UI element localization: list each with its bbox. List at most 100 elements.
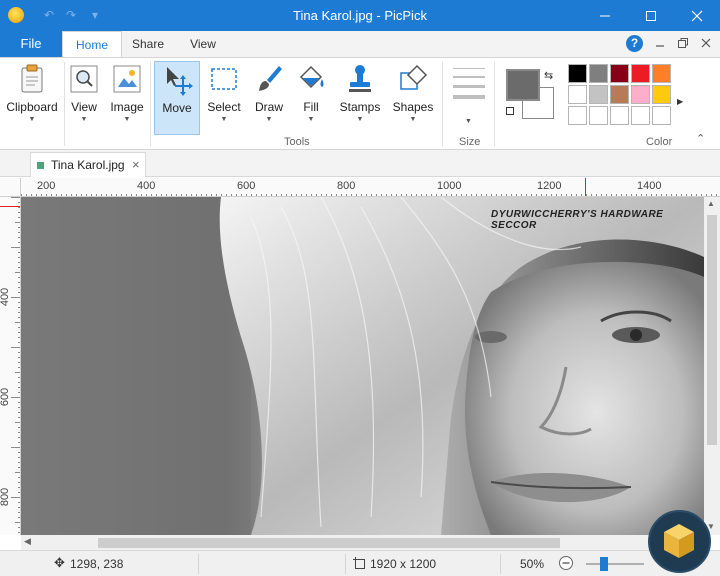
tab-view[interactable]: View [180, 31, 226, 57]
close-tab-icon[interactable]: × [132, 157, 140, 172]
ruler-label: 600 [237, 180, 256, 192]
select-tool-button[interactable]: Select ▼ [202, 61, 246, 131]
clipboard-button[interactable]: Clipboard ▼ [4, 61, 60, 131]
cursor-ruler-marker [585, 178, 586, 196]
chevron-down-icon: ▼ [123, 116, 131, 123]
maximize-button[interactable] [628, 0, 674, 31]
zoom-slider-thumb[interactable] [600, 557, 608, 571]
chevron-down-icon: ▼ [465, 118, 472, 125]
document-status-icon [37, 162, 44, 169]
box-icon [664, 524, 694, 558]
palette-color-swatch[interactable] [589, 106, 608, 125]
ribbon-minimize-icon[interactable] [652, 35, 668, 51]
stamps-tool-button[interactable]: Stamps ▼ [334, 61, 386, 131]
ruler-label: 200 [37, 180, 56, 192]
clipboard-icon [16, 63, 48, 95]
palette-color-swatch[interactable] [589, 85, 608, 104]
palette-color-swatch[interactable] [652, 106, 671, 125]
draw-tool-button[interactable]: Draw ▼ [248, 61, 290, 131]
minimize-button[interactable] [582, 0, 628, 31]
tab-share[interactable]: Share [124, 31, 172, 57]
zoom-view-icon [68, 63, 100, 95]
move-icon [161, 64, 193, 96]
chevron-down-icon: ▼ [307, 116, 315, 123]
palette-color-swatch[interactable] [652, 85, 671, 104]
horizontal-ruler: 200 400 600 800 1000 1200 1400 [21, 178, 720, 197]
collapse-ribbon-icon[interactable]: ⌃ [696, 132, 705, 145]
ruler-label: 800 [337, 180, 356, 192]
image-label: Image [110, 100, 144, 114]
restore-document-icon[interactable] [675, 35, 691, 51]
palette-color-swatch[interactable] [610, 64, 629, 83]
ruler-corner [0, 178, 21, 197]
ribbon-home: Clipboard ▼ View ▼ Image ▼ Move Select ▼ [0, 57, 720, 150]
stamps-label: Stamps [339, 100, 381, 114]
cursor-position: 1298, 238 [70, 557, 124, 571]
palette-color-swatch[interactable] [631, 106, 650, 125]
status-divider [198, 554, 199, 574]
palette-color-swatch[interactable] [589, 64, 608, 83]
status-divider [500, 554, 501, 574]
cursor-ruler-marker [0, 206, 20, 207]
reset-colors-icon[interactable] [506, 107, 514, 115]
chevron-down-icon: ▼ [28, 116, 36, 123]
ribbon-divider [494, 62, 495, 146]
group-label-tools: Tools [284, 136, 310, 148]
close-button[interactable] [674, 0, 720, 31]
chevron-down-icon: ▼ [265, 116, 273, 123]
ruler-label: 600 [0, 387, 12, 407]
view-button[interactable]: View ▼ [66, 61, 102, 131]
shapes-tool-button[interactable]: Shapes ▼ [390, 61, 436, 131]
move-tool-button[interactable]: Move [154, 61, 200, 135]
status-divider [345, 554, 346, 574]
tab-file[interactable]: File [0, 31, 62, 57]
horizontal-scrollbar[interactable]: ◀ [21, 535, 704, 550]
ruler-label: 400 [137, 180, 156, 192]
horizontal-scroll-thumb[interactable] [98, 538, 560, 548]
ruler-label: 400 [0, 287, 12, 307]
vertical-scroll-thumb[interactable] [707, 215, 717, 445]
palette-color-swatch[interactable] [568, 106, 587, 125]
fill-tool-button[interactable]: Fill ▼ [292, 61, 330, 131]
palette-color-swatch[interactable] [631, 64, 650, 83]
ruler-label: 1200 [537, 180, 562, 192]
crosshair-icon: ✥ [54, 555, 65, 570]
paint-bucket-icon [295, 63, 327, 95]
image-canvas[interactable]: DYURWICCHERRY'S HARDWARE SECCOR [21, 197, 704, 535]
scroll-up-icon[interactable]: ▲ [707, 199, 715, 208]
title-bar: ↶ ↷ ▾ Tina Karol.jpg - PicPick [0, 0, 720, 31]
palette-color-swatch[interactable] [568, 64, 587, 83]
document-tab-bar: Tina Karol.jpg × [0, 150, 720, 177]
selection-rectangle-icon [208, 63, 240, 95]
zoom-level: 50% [520, 557, 545, 571]
color-selector[interactable]: ⇆ [506, 69, 556, 123]
ruler-label: 1000 [437, 180, 462, 192]
photo-watermark: DYURWICCHERRY'S HARDWARE SECCOR [491, 209, 664, 231]
group-label-color: Color [646, 136, 673, 148]
ruler-label: 1400 [637, 180, 662, 192]
minimize-icon [600, 15, 610, 16]
palette-color-swatch[interactable] [610, 106, 629, 125]
zoom-out-icon[interactable] [558, 555, 574, 574]
maximize-icon [646, 10, 656, 21]
document-tab[interactable]: Tina Karol.jpg × [30, 152, 146, 177]
close-document-icon[interactable] [698, 35, 714, 51]
scroll-left-icon[interactable]: ◀ [24, 536, 31, 547]
close-icon [691, 10, 703, 21]
image-button[interactable]: Image ▼ [106, 61, 148, 131]
swap-colors-icon[interactable]: ⇆ [544, 69, 553, 82]
zoom-slider[interactable] [586, 557, 644, 571]
select-label: Select [207, 100, 241, 114]
palette-color-swatch[interactable] [652, 64, 671, 83]
vertical-scrollbar[interactable]: ▲ ▼ [704, 197, 720, 535]
vertical-ruler: 400 600 800 [0, 197, 21, 535]
photo [21, 197, 704, 535]
palette-color-swatch[interactable] [631, 85, 650, 104]
help-icon[interactable]: ? [626, 35, 643, 52]
status-bar: ✥ 1298, 238 1920 x 1200 50% [0, 550, 720, 576]
palette-color-swatch[interactable] [610, 85, 629, 104]
palette-color-swatch[interactable] [568, 85, 587, 104]
chevron-right-icon[interactable]: ▶ [677, 97, 683, 106]
tab-home[interactable]: Home [62, 31, 122, 58]
primary-color-swatch[interactable] [506, 69, 540, 101]
